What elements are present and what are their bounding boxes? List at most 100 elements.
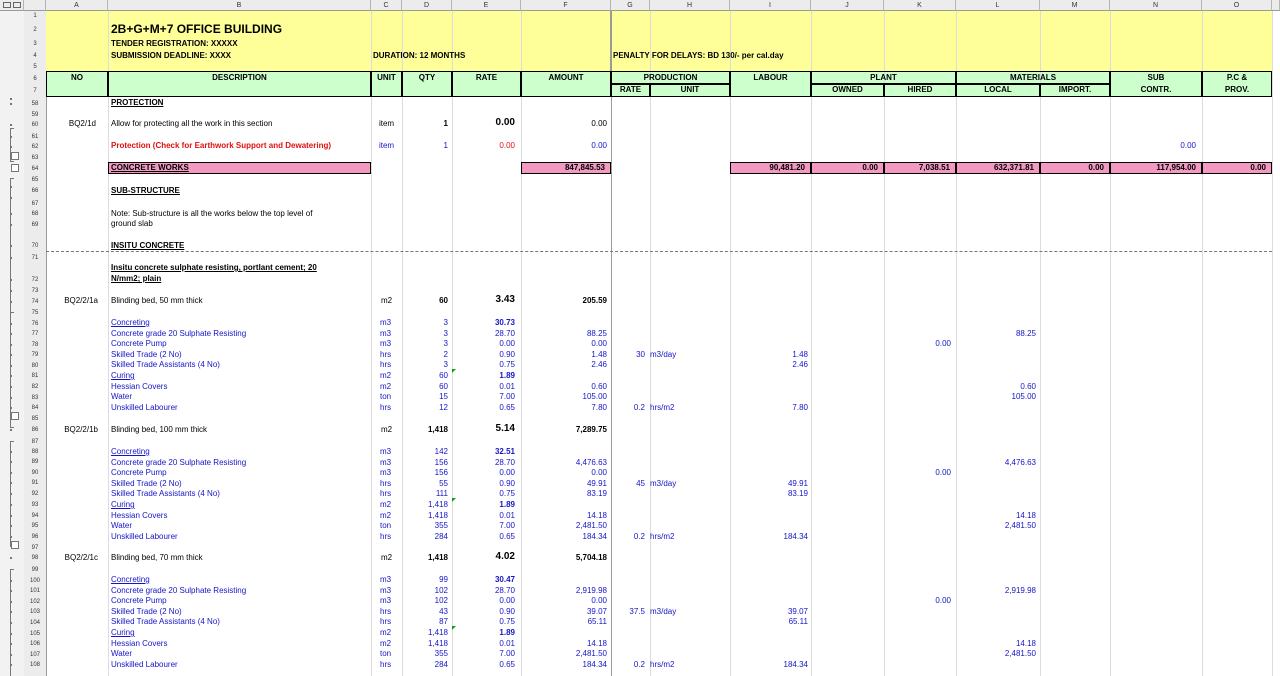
cost-line-qty[interactable]: 43 — [402, 607, 448, 617]
row-header-106[interactable]: 106 — [24, 639, 46, 649]
protection-check-description[interactable]: Protection (Check for Earthwork Support … — [111, 141, 331, 151]
row-header-89[interactable]: 89 — [24, 457, 46, 467]
row-header-104[interactable]: 104 — [24, 618, 46, 628]
production-rate[interactable]: 37.5 — [611, 607, 645, 617]
production-rate[interactable]: 0.2 — [611, 660, 645, 670]
item-qty[interactable]: 1 — [402, 119, 448, 129]
materials-local-value[interactable]: 0.60 — [956, 382, 1036, 392]
cost-line-qty[interactable]: 15 — [402, 392, 448, 402]
plant-hired-value[interactable]: 0.00 — [884, 468, 951, 478]
cost-line-rate[interactable]: 1.89 — [452, 500, 515, 510]
materials-local-value[interactable]: 2,919.98 — [956, 586, 1036, 596]
cost-line-qty[interactable]: 60 — [402, 371, 448, 381]
cost-line-description[interactable]: Unskilled Labourer — [111, 532, 178, 542]
cost-line-unit[interactable]: m2 — [380, 511, 391, 521]
materials-local-value[interactable]: 88.25 — [956, 329, 1036, 339]
cost-line-qty[interactable]: 1,418 — [402, 500, 448, 510]
item-unit[interactable]: m2 — [371, 425, 402, 435]
row-header-105[interactable]: 105 — [24, 629, 46, 639]
cost-line-description[interactable]: Concrete grade 20 Sulphate Resisting — [111, 329, 246, 339]
cost-line-description[interactable]: Concrete grade 20 Sulphate Resisting — [111, 586, 246, 596]
row-header-99[interactable]: 99 — [24, 565, 46, 575]
item-description[interactable]: Allow for protecting all the work in thi… — [111, 119, 272, 129]
row-header-61[interactable]: 61 — [24, 132, 46, 142]
cost-line-rate[interactable]: 28.70 — [452, 586, 515, 596]
cost-line-amount[interactable]: 0.00 — [521, 468, 607, 478]
row-header-77[interactable]: 77 — [24, 329, 46, 339]
cost-line-description[interactable]: Unskilled Labourer — [111, 403, 178, 413]
row-header-93[interactable]: 93 — [24, 500, 46, 510]
cost-line-unit[interactable]: m2 — [380, 628, 391, 638]
cost-line-description[interactable]: Skilled Trade Assistants (4 No) — [111, 617, 220, 627]
cost-line-unit[interactable]: ton — [380, 649, 391, 659]
cost-line-description[interactable]: Concreting — [111, 447, 150, 457]
row-header-7[interactable]: 7 — [24, 86, 46, 96]
cost-line-unit[interactable]: m3 — [380, 339, 391, 349]
labour-value[interactable]: 83.19 — [730, 489, 808, 499]
row-header-2[interactable]: 2 — [24, 25, 46, 35]
cost-line-rate[interactable]: 7.00 — [452, 521, 515, 531]
row-header-67[interactable]: 67 — [24, 199, 46, 209]
cost-line-amount[interactable]: 65.11 — [521, 617, 607, 627]
cost-line-qty[interactable]: 102 — [402, 596, 448, 606]
note-text[interactable]: ground slab — [111, 219, 153, 229]
row-header-3[interactable]: 3 — [24, 39, 46, 49]
cost-line-amount[interactable]: 2,919.98 — [521, 586, 607, 596]
cost-line-description[interactable]: Concreting — [111, 575, 150, 585]
row-header-66[interactable]: 66 — [24, 186, 46, 196]
cost-line-qty[interactable]: 3 — [402, 318, 448, 328]
concrete-works-pc[interactable]: 0.00 — [1202, 163, 1266, 173]
row-header-92[interactable]: 92 — [24, 489, 46, 499]
concrete-works-hired[interactable]: 7,038.51 — [884, 163, 950, 173]
row-header-81[interactable]: 81 — [24, 371, 46, 381]
cost-line-rate[interactable]: 7.00 — [452, 649, 515, 659]
cost-line-unit[interactable]: ton — [380, 392, 391, 402]
insitu-description[interactable]: Insitu concrete sulphate resisting, port… — [111, 263, 317, 273]
column-header-i[interactable]: I — [730, 0, 811, 11]
row-header-59[interactable]: 59 — [24, 110, 46, 120]
cost-line-qty[interactable]: 284 — [402, 660, 448, 670]
row-header-79[interactable]: 79 — [24, 350, 46, 360]
column-header-g[interactable]: G — [611, 0, 650, 11]
item-description[interactable]: Blinding bed, 50 mm thick — [111, 296, 203, 306]
row-header-102[interactable]: 102 — [24, 597, 46, 607]
cost-line-qty[interactable]: 156 — [402, 468, 448, 478]
row-header-83[interactable]: 83 — [24, 393, 46, 403]
cost-line-rate[interactable]: 0.90 — [452, 479, 515, 489]
cost-line-amount[interactable]: 2,481.50 — [521, 649, 607, 659]
cost-line-description[interactable]: Water — [111, 649, 132, 659]
row-header-4[interactable]: 4 — [24, 51, 46, 61]
cost-line-description[interactable]: Skilled Trade Assistants (4 No) — [111, 360, 220, 370]
cost-line-rate[interactable]: 7.00 — [452, 392, 515, 402]
cost-line-description[interactable]: Curing — [111, 500, 135, 510]
materials-local-value[interactable]: 2,481.50 — [956, 649, 1036, 659]
cost-line-unit[interactable]: m3 — [380, 596, 391, 606]
column-header-n[interactable]: N — [1110, 0, 1202, 11]
column-header-e[interactable]: E — [452, 0, 521, 11]
row-header-85[interactable]: 85 — [24, 414, 46, 424]
cost-line-qty[interactable]: 1,418 — [402, 511, 448, 521]
labour-value[interactable]: 2.46 — [730, 360, 808, 370]
row-header-103[interactable]: 103 — [24, 607, 46, 617]
cost-line-amount[interactable]: 4,476.63 — [521, 458, 607, 468]
cost-line-rate[interactable]: 0.75 — [452, 489, 515, 499]
column-header-l[interactable]: L — [956, 0, 1040, 11]
cost-line-description[interactable]: Unskilled Labourer — [111, 660, 178, 670]
row-header-5[interactable]: 5 — [24, 62, 46, 72]
cost-line-amount[interactable]: 83.19 — [521, 489, 607, 499]
labour-value[interactable]: 39.07 — [730, 607, 808, 617]
cost-line-rate[interactable]: 0.01 — [452, 382, 515, 392]
column-header-m[interactable]: M — [1040, 0, 1110, 11]
cost-line-unit[interactable]: m3 — [380, 575, 391, 585]
cost-line-amount[interactable]: 0.00 — [521, 339, 607, 349]
row-header-80[interactable]: 80 — [24, 361, 46, 371]
cost-line-unit[interactable]: hrs — [380, 479, 391, 489]
concrete-works-import[interactable]: 0.00 — [1040, 163, 1104, 173]
concrete-works-owned[interactable]: 0.00 — [811, 163, 878, 173]
cost-line-amount[interactable]: 39.07 — [521, 607, 607, 617]
production-rate[interactable]: 30 — [611, 350, 645, 360]
item-rate[interactable]: 3.43 — [452, 295, 515, 305]
cost-line-unit[interactable]: m2 — [380, 371, 391, 381]
cost-line-unit[interactable]: hrs — [380, 532, 391, 542]
cost-line-description[interactable]: Concreting — [111, 318, 150, 328]
